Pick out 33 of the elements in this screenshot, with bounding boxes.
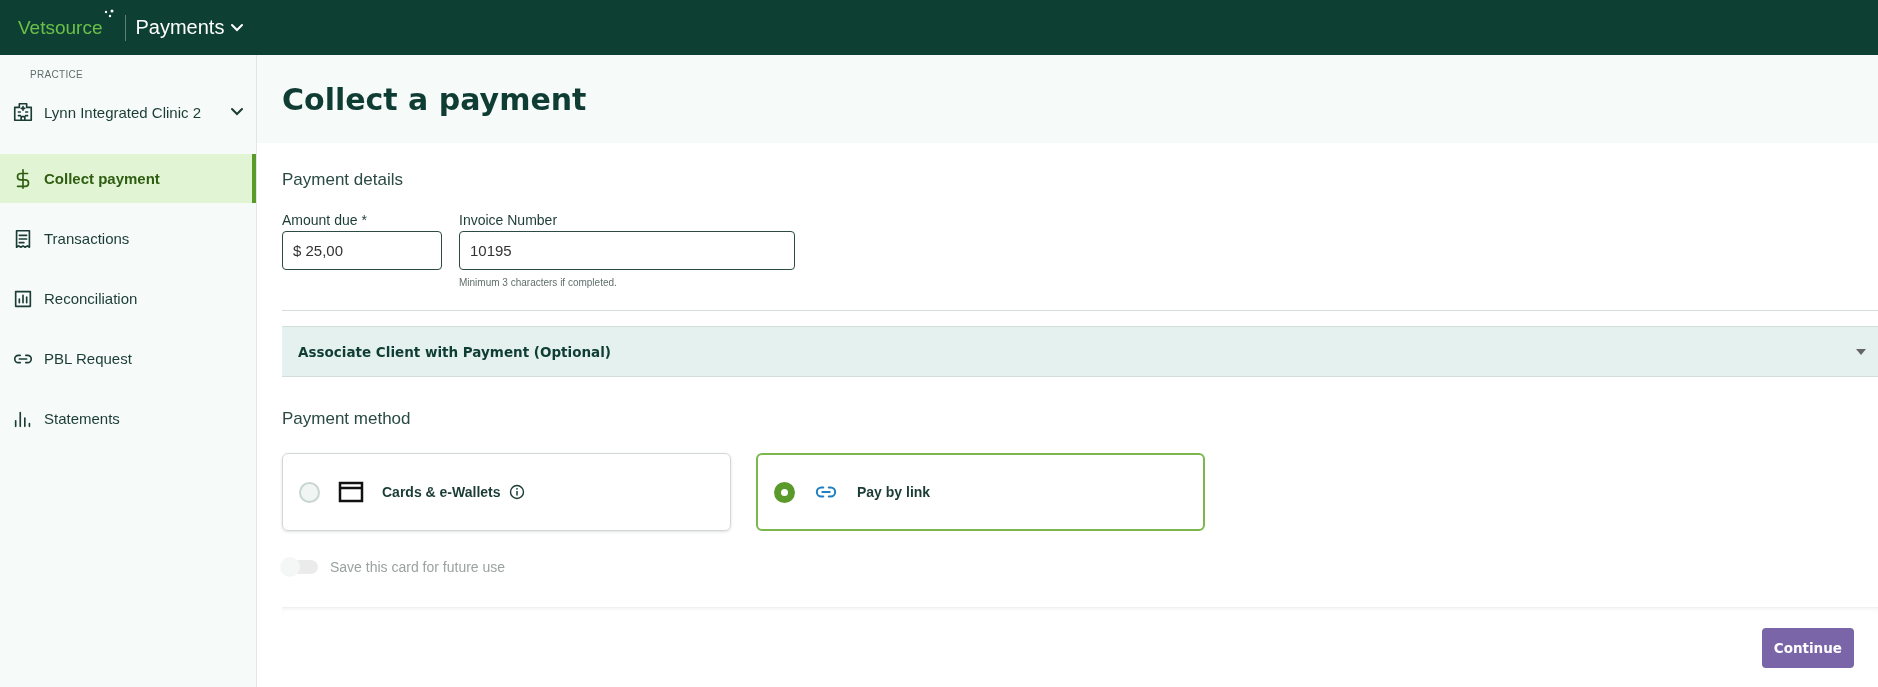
accordion-header[interactable]: Associate Client with Payment (Optional) — [282, 326, 1878, 377]
nav-item[interactable]: Transactions — [0, 214, 256, 263]
payment-option-card[interactable]: Cards & e-Wallets — [282, 453, 731, 531]
option-label: Pay by link — [857, 484, 931, 500]
field-hint: Minimum 3 characters if completed. — [459, 277, 618, 288]
caret-icon — [1856, 348, 1866, 355]
radio-button[interactable] — [774, 481, 795, 503]
nav-item[interactable]: PBL Request — [0, 334, 256, 383]
option-label: Cards & e-Wallets — [382, 484, 501, 500]
nav-item[interactable]: Reconciliation — [0, 274, 256, 323]
payment-option-card[interactable]: Pay by link — [756, 453, 1205, 531]
field-label: Invoice Number — [459, 212, 559, 228]
input-field[interactable]: $ 25,00 — [282, 231, 442, 270]
page-title: Collect a payment — [282, 81, 587, 117]
section-label: PRACTICE — [29, 69, 84, 80]
radio-button[interactable] — [299, 481, 320, 503]
nav-item[interactable]: Collect payment — [0, 154, 256, 203]
field-label: Amount due * — [282, 212, 368, 228]
info-icon — [508, 484, 525, 500]
hospital-icon — [12, 101, 34, 123]
sparkle-icon — [102, 8, 115, 19]
input-field[interactable]: 10195 — [459, 231, 795, 270]
credit-card-icon — [338, 481, 364, 503]
chevron-down-icon — [230, 22, 245, 33]
toggle-label: Save this card for future use — [330, 559, 506, 575]
practice-selector[interactable]: Lynn Integrated Clinic 2 — [0, 88, 256, 136]
section-heading: Payment method — [282, 409, 412, 429]
nav-item[interactable]: Statements — [0, 394, 256, 443]
chevron-down-icon — [230, 107, 244, 117]
section-heading: Payment details — [282, 170, 404, 190]
brand-logo: Vetsource — [18, 16, 103, 39]
app-switcher[interactable]: Payments — [135, 16, 245, 39]
continue-button[interactable]: Continue — [1761, 627, 1854, 668]
